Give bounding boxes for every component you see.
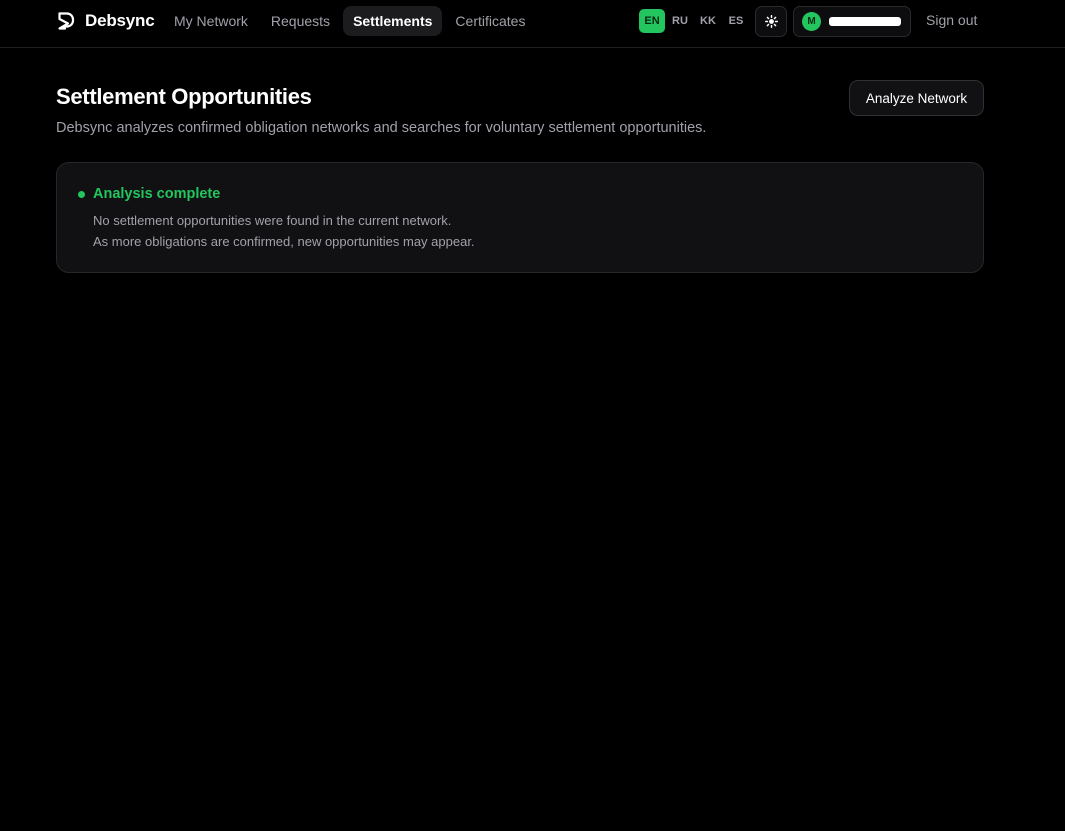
language-en-button[interactable]: EN xyxy=(639,9,665,33)
status-title: Analysis complete xyxy=(93,186,221,202)
language-ru-button[interactable]: RU xyxy=(667,9,693,33)
page-title: Settlement Opportunities xyxy=(56,84,312,109)
analysis-status-card: Analysis complete No settlement opportun… xyxy=(56,162,984,273)
status-message: As more obligations are confirmed, new o… xyxy=(93,234,475,249)
status-dot-icon xyxy=(78,191,85,198)
nav-item-settlements[interactable]: Settlements xyxy=(343,6,443,36)
top-navigation-bar: Debsync My Network Requests Settlements … xyxy=(0,0,1065,48)
brand-name: Debsync xyxy=(85,11,155,30)
debsync-logo-icon xyxy=(58,12,75,30)
nav-item-my-network[interactable]: My Network xyxy=(164,6,258,36)
avatar: M xyxy=(802,12,821,31)
user-menu-button[interactable]: M xyxy=(793,6,911,37)
status-message: No settlement opportunities were found i… xyxy=(93,213,452,228)
page-subtitle: Debsync analyzes confirmed obligation ne… xyxy=(56,120,707,136)
language-kk-button[interactable]: KK xyxy=(695,9,721,33)
sign-out-link[interactable]: Sign out xyxy=(926,12,977,28)
sun-icon xyxy=(764,15,778,28)
nav-item-certificates[interactable]: Certificates xyxy=(445,6,535,36)
brand[interactable]: Debsync xyxy=(56,10,155,32)
nav-item-requests[interactable]: Requests xyxy=(261,6,340,36)
main-nav: My Network Requests Settlements Certific… xyxy=(164,6,535,36)
redacted-username xyxy=(829,17,901,26)
language-es-button[interactable]: ES xyxy=(723,9,749,33)
theme-toggle-button[interactable] xyxy=(755,6,787,37)
analyze-network-button[interactable]: Analyze Network xyxy=(849,80,984,116)
